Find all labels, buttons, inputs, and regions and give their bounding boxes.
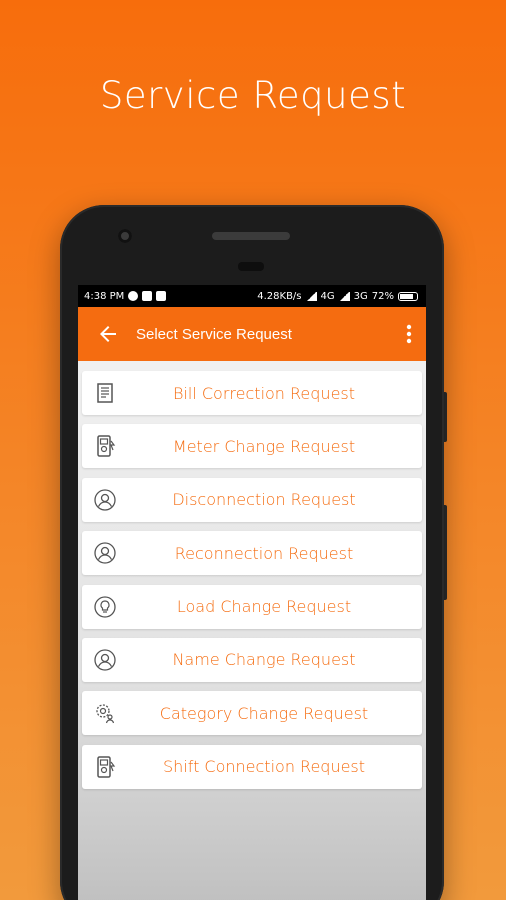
battery-icon	[398, 291, 418, 301]
request-label: Meter Change Request	[172, 436, 356, 456]
request-label: Reconnection Request	[174, 543, 354, 563]
request-item-meter-change[interactable]: Meter Change Request	[82, 424, 422, 469]
user-icon	[94, 542, 116, 564]
request-item-name-change[interactable]: Name Change Request	[82, 637, 422, 682]
app-bar: Select Service Request	[78, 307, 426, 361]
request-item-shift-connection[interactable]: Shift Connection Request	[82, 744, 422, 789]
request-item-disconnection[interactable]: Disconnection Request	[82, 477, 422, 522]
network-speed: 4.28KB/s	[257, 290, 302, 302]
request-label: Disconnection Request	[172, 490, 356, 510]
promo-title: Service Request	[99, 74, 407, 117]
status-time: 4:38 PM	[84, 290, 125, 302]
more-vert-icon[interactable]	[404, 322, 414, 346]
app-screen: 4:38 PM 4.28KB/s 4G 3G 72% Select Servic…	[78, 285, 426, 900]
proximity-sensor	[238, 262, 264, 271]
request-label: Name Change Request	[172, 650, 356, 670]
meter-icon	[97, 755, 116, 778]
request-item-reconnection[interactable]: Reconnection Request	[82, 531, 422, 576]
request-label: Shift Connection Request	[162, 757, 366, 777]
network-type-2: 3G	[353, 290, 368, 302]
request-item-category-change[interactable]: Category Change Request	[82, 691, 422, 736]
bill-icon	[97, 383, 113, 403]
battery-percent: 72%	[371, 290, 394, 302]
request-label: Category Change Request	[159, 703, 369, 723]
app-bar-title: Select Service Request	[136, 325, 292, 343]
service-request-list: Bill Correction Request Meter Change Req…	[78, 361, 426, 789]
media-icon	[156, 291, 167, 301]
request-label: Load Change Request	[176, 597, 352, 617]
signal-icon	[305, 291, 317, 301]
user-icon	[94, 489, 116, 511]
request-label: Bill Correction Request	[172, 383, 356, 403]
arrow-left-icon[interactable]	[96, 322, 120, 346]
bulb-icon	[94, 595, 116, 618]
gear-user-icon	[96, 704, 115, 724]
earpiece-speaker	[212, 232, 290, 240]
meter-icon	[97, 435, 116, 458]
front-camera	[118, 229, 132, 243]
request-item-load-change[interactable]: Load Change Request	[82, 584, 422, 629]
signal-icon	[338, 291, 350, 301]
messenger-icon	[128, 291, 139, 301]
network-type-1: 4G	[320, 290, 335, 302]
request-item-bill-correction[interactable]: Bill Correction Request	[82, 371, 422, 415]
phone-frame: 4:38 PM 4.28KB/s 4G 3G 72% Select Servic…	[60, 205, 444, 900]
status-bar: 4:38 PM 4.28KB/s 4G 3G 72%	[78, 285, 426, 307]
user-icon	[94, 649, 116, 671]
chat-icon	[142, 291, 153, 301]
